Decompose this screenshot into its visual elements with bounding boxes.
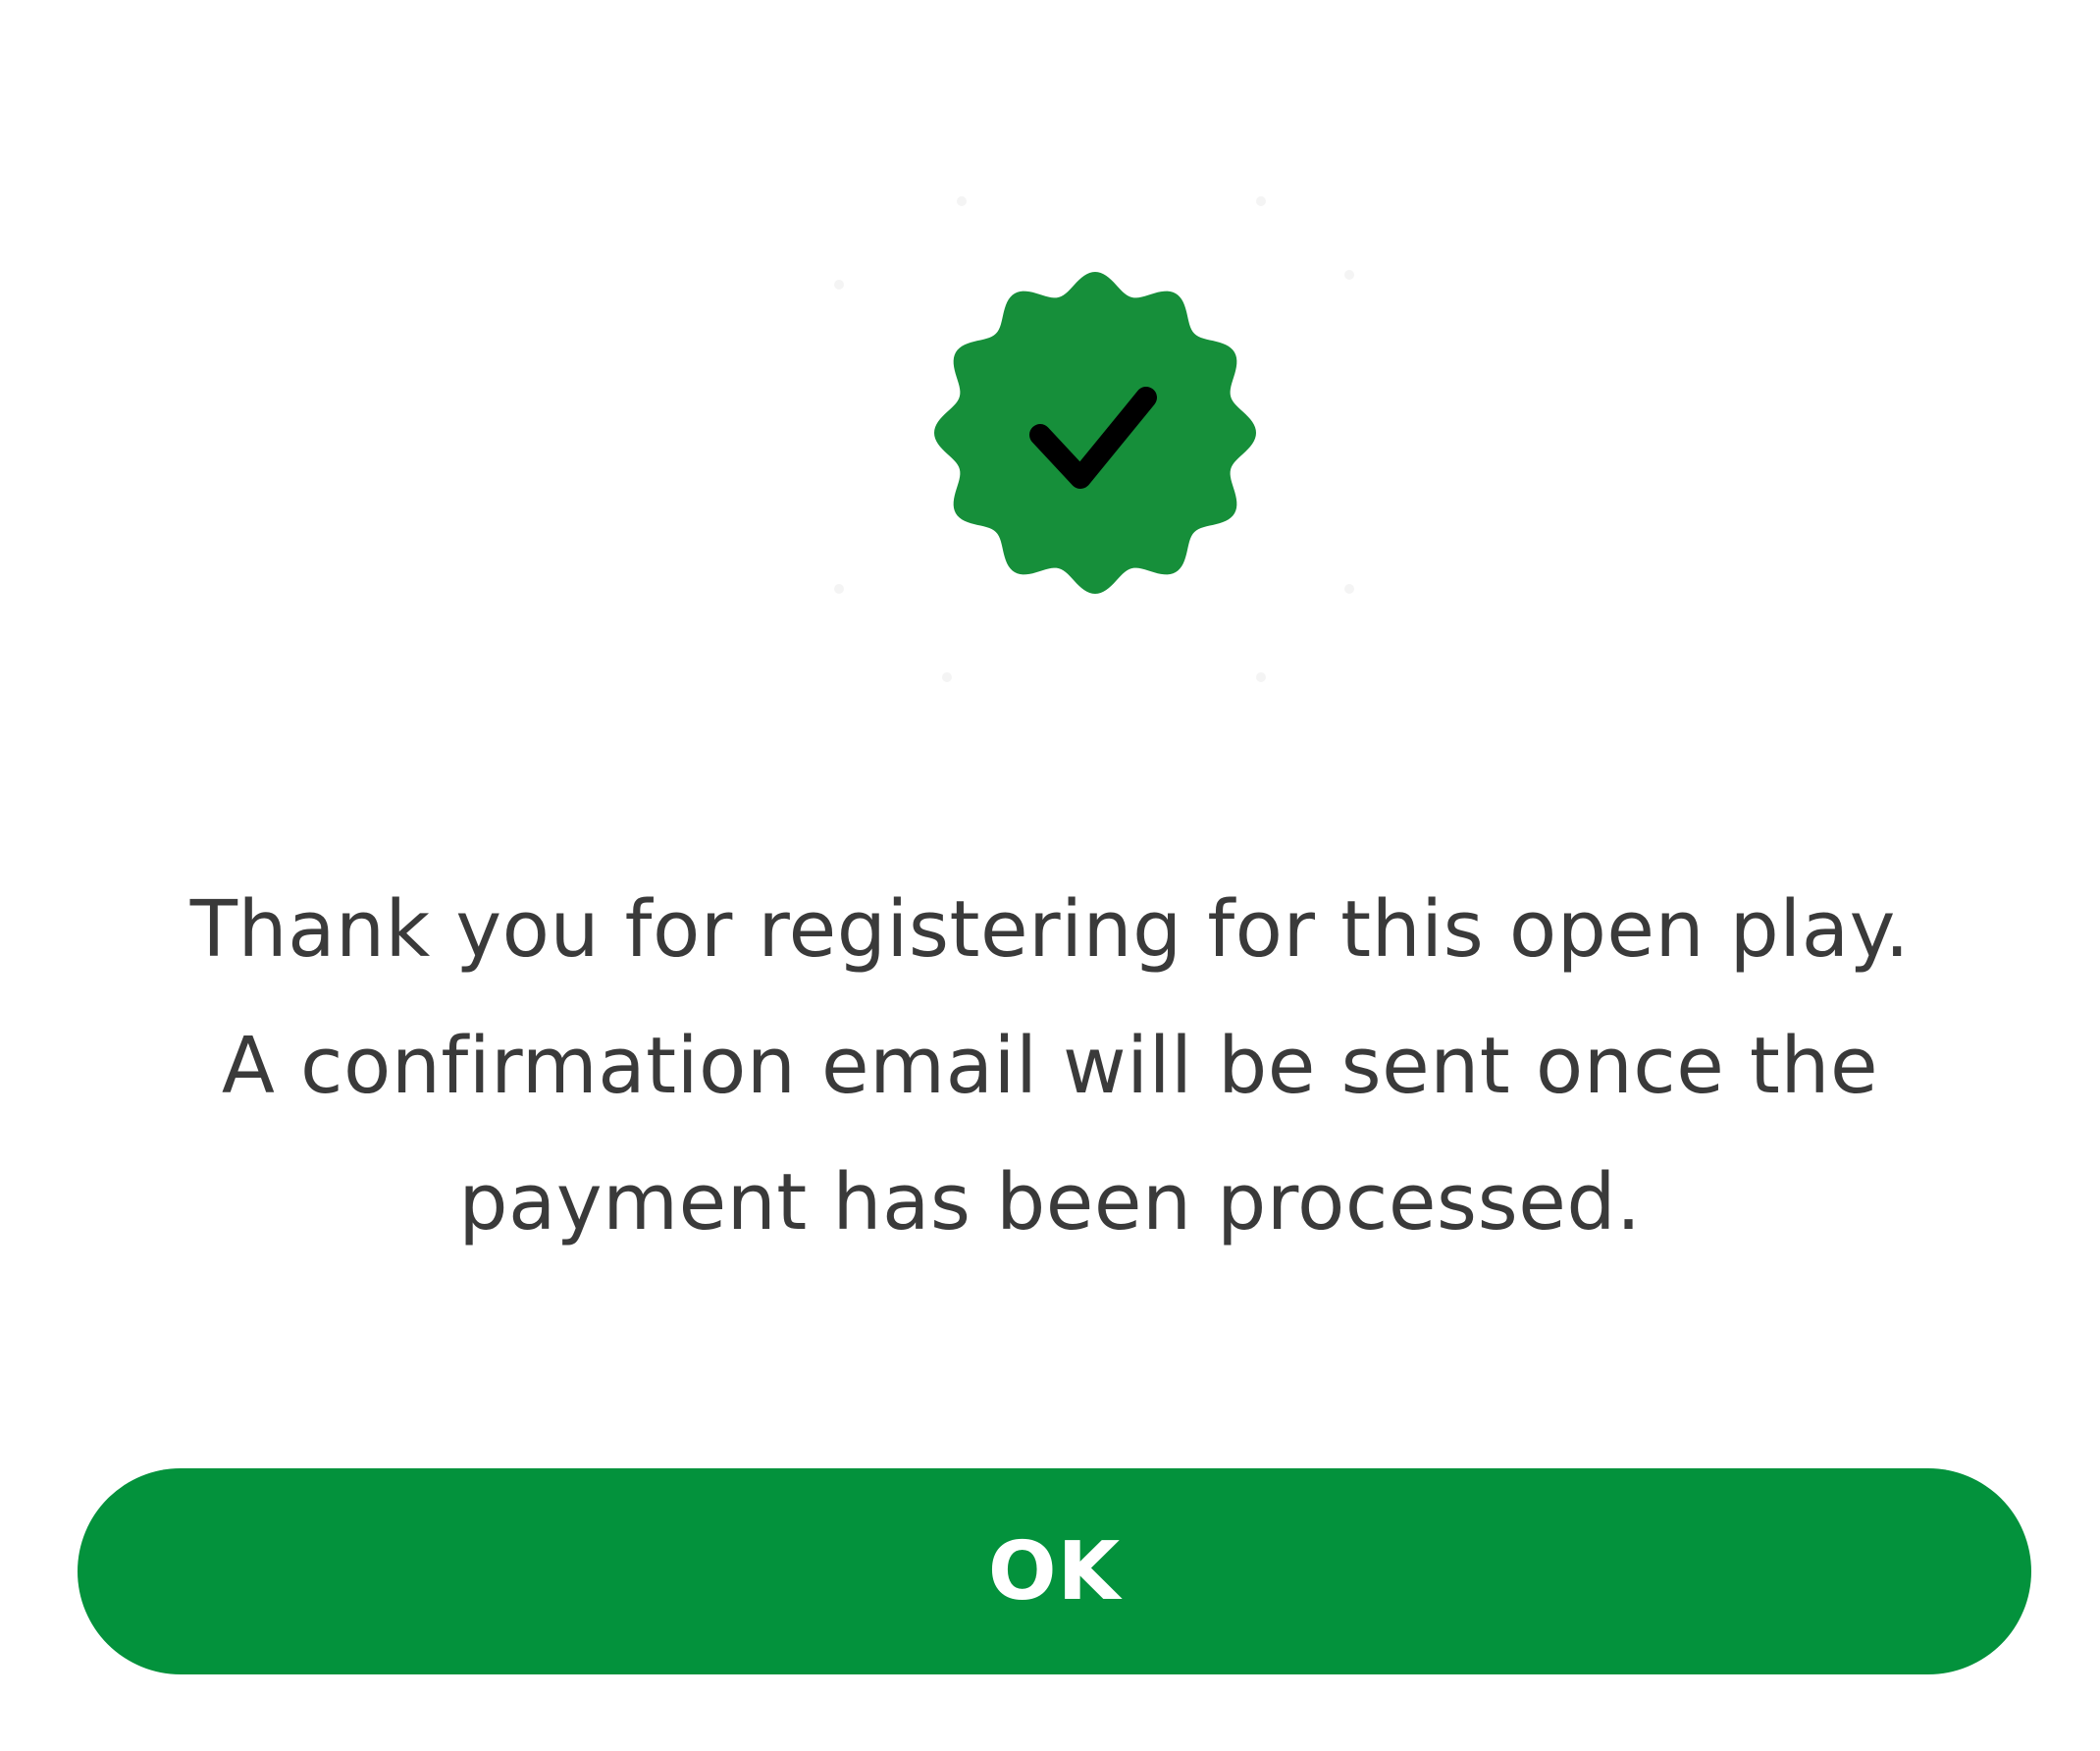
badge-shape	[934, 272, 1256, 594]
message-line: Thank you for registering for this open …	[189, 884, 1911, 975]
message-line: A confirmation email will be sent once t…	[221, 1021, 1879, 1111]
message-line: payment has been processed.	[458, 1157, 1642, 1247]
confirmation-message: Thank you for registering for this open …	[79, 862, 2021, 1271]
registration-success-dialog: Thank you for registering for this open …	[0, 0, 2100, 1751]
ok-button[interactable]: OK	[78, 1468, 2031, 1674]
verified-check-badge-icon	[932, 270, 1258, 596]
